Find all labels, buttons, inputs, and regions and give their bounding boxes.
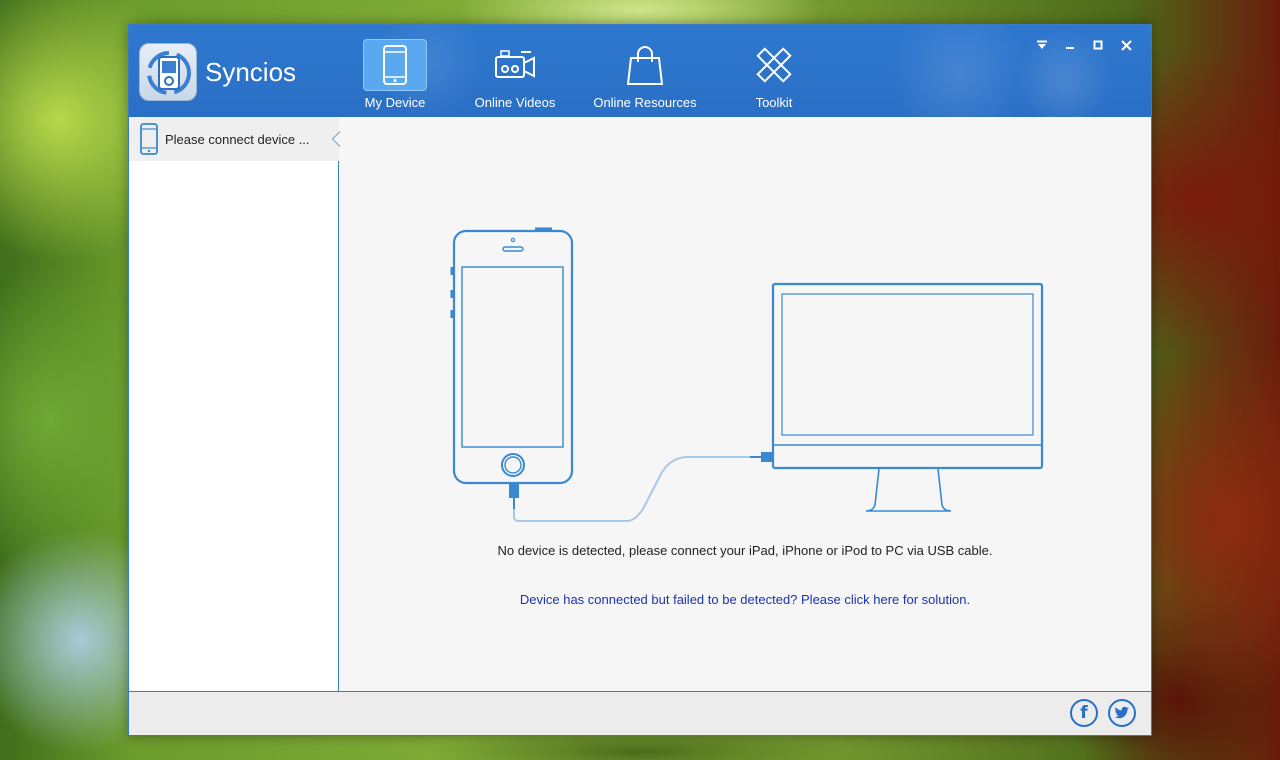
nav-online-videos[interactable]: Online Videos [465,39,565,117]
twitter-icon[interactable] [1108,699,1136,727]
sidebar: Please connect device ... [129,117,340,691]
nav-label: Toolkit [755,95,793,110]
phone-icon [363,39,427,91]
sidebar-item-device[interactable]: Please connect device ... [129,117,340,161]
phone-icon [139,123,159,155]
monitor-outline-icon [771,282,1044,512]
shopping-bag-icon [613,39,677,91]
nav-online-resources[interactable]: Online Resources [585,39,705,117]
nav-my-device[interactable]: My Device [357,39,433,117]
sidebar-item-label: Please connect device ... [165,131,310,147]
syncios-window: Syncios My Device Online Videos Online R… [128,24,1152,736]
facebook-icon[interactable]: f [1070,699,1098,727]
iphone-outline-icon [450,227,574,485]
dropdown-menu-icon[interactable] [1031,35,1053,55]
nav-label: Online Videos [474,95,556,110]
nav-label: My Device [364,95,426,110]
close-icon[interactable] [1115,35,1137,55]
help-solution-link[interactable]: Device has connected but failed to be de… [339,592,1151,607]
maximize-icon[interactable] [1087,35,1109,55]
title-bar: Syncios My Device Online Videos Online R… [129,25,1151,117]
nav-label: Online Resources [593,95,697,110]
connect-device-illustration [450,227,1044,522]
usb-cable [509,452,773,522]
minimize-icon[interactable] [1059,35,1081,55]
main-panel: No device is detected, please connect yo… [339,117,1151,691]
no-device-message: No device is detected, please connect yo… [497,543,993,558]
nav-toolkit[interactable]: Toolkit [739,39,809,117]
toolkit-pencil-ruler-icon [742,39,806,91]
footer-bar: f [129,691,1151,735]
syncios-logo-icon [139,43,197,101]
video-camera-icon [483,39,547,91]
app-title: Syncios [205,57,297,87]
